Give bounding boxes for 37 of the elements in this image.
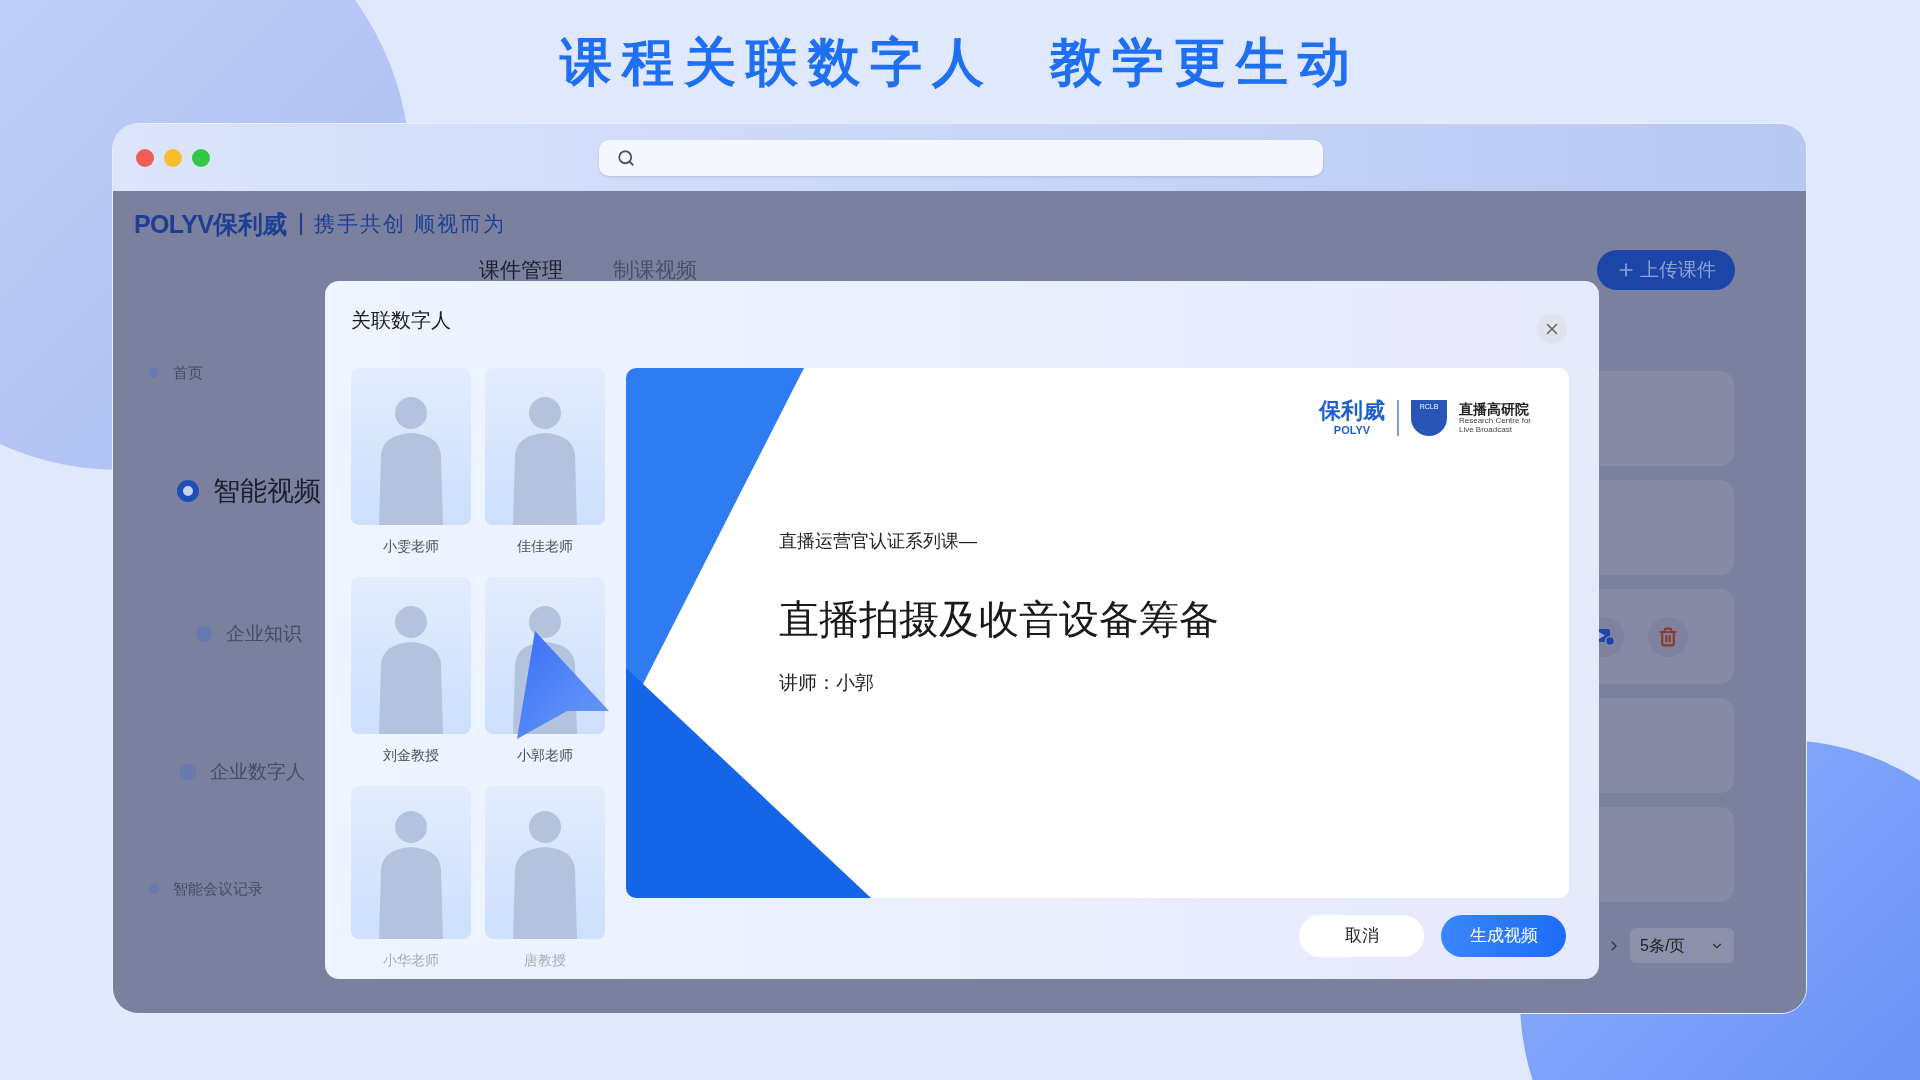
logo-brand-text: 保利威: [1318, 400, 1385, 422]
generate-video-button[interactable]: 生成视频: [1441, 915, 1566, 957]
upload-button[interactable]: 上传课件: [1597, 250, 1735, 290]
search-icon: [617, 148, 635, 167]
avatar-name: 刘金教授: [383, 746, 439, 765]
search-field[interactable]: [599, 139, 1323, 176]
avatar-name: 小郭老师: [517, 746, 573, 765]
trash-icon[interactable]: [1648, 616, 1688, 657]
institute-name: 直播高研院: [1458, 402, 1530, 416]
slide-series: 直播运营官认证系列课—: [779, 530, 978, 553]
photo-placeholder[interactable]: [485, 368, 605, 525]
slide-lecturer: 讲师：小郭: [779, 671, 875, 695]
photo-placeholder[interactable]: [485, 786, 605, 939]
close-button[interactable]: [1537, 314, 1567, 344]
avatar-name: 佳佳老师: [517, 537, 573, 556]
institute-subtitle: Live Broadcast: [1458, 425, 1513, 434]
sidebar-item[interactable]: 智能会议记录: [173, 877, 263, 901]
sidebar-item[interactable]: 智能视频: [213, 470, 321, 512]
institute-subtitle: Research Centre for: [1458, 416, 1531, 425]
avatar-name: 小华老师: [383, 951, 439, 970]
dialog-title: 关联数字人: [351, 308, 451, 333]
slide-title: 直播拍摄及收音设备筹备: [779, 596, 1219, 643]
photo-placeholder[interactable]: [351, 368, 471, 525]
avatar-name: 唐教授: [524, 951, 566, 970]
sidebar-item[interactable]: 企业知识: [226, 619, 302, 649]
brand-logo: POLYV保利威: [134, 209, 288, 239]
page-size-value: 5条/页: [1640, 935, 1686, 956]
avatar-name: 小雯老师: [383, 537, 439, 556]
headline: 课程关联数字人 教学更生动: [559, 30, 1361, 94]
cancel-button[interactable]: 取消: [1299, 915, 1424, 957]
brand-slogan: 携手共创 顺视而为: [314, 211, 507, 238]
cursor-icon: [515, 631, 611, 741]
page-size-select[interactable]: 5条/页: [1630, 928, 1734, 963]
photo-placeholder[interactable]: [351, 786, 471, 939]
sidebar-item[interactable]: 企业数字人: [210, 757, 305, 787]
photo-placeholder[interactable]: [351, 577, 471, 734]
logo-brand-subtext: POLYV: [1333, 425, 1371, 436]
